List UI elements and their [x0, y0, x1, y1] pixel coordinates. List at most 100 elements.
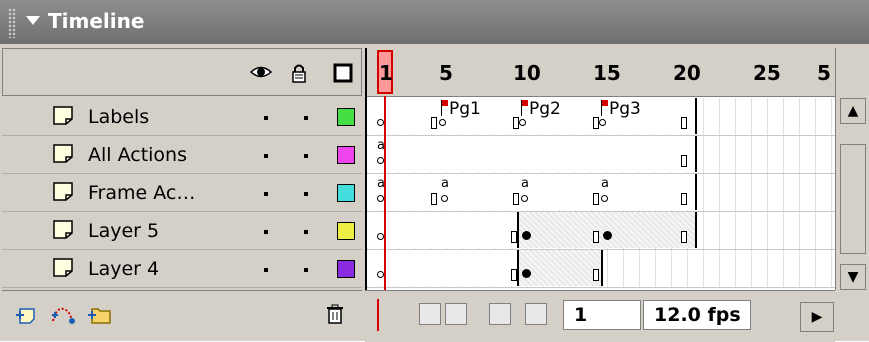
- layer-name[interactable]: Frame Ac…: [88, 182, 195, 204]
- keyframe-end: [681, 155, 687, 167]
- frame-row[interactable]: [367, 212, 835, 250]
- visibility-dot[interactable]: [264, 116, 268, 120]
- action-marker: a: [521, 176, 529, 191]
- playhead-line: [384, 96, 386, 290]
- layer-color-swatch[interactable]: [337, 222, 355, 240]
- center-frame-icon[interactable]: [377, 299, 389, 331]
- layer-row[interactable]: Frame Ac…: [2, 174, 362, 212]
- layer-name[interactable]: Labels: [88, 106, 149, 128]
- frame-span-filled[interactable]: [519, 250, 603, 286]
- ruler-tick: 5: [817, 61, 831, 85]
- layer-row[interactable]: Layer 5: [2, 212, 362, 250]
- layer-color-swatch[interactable]: [337, 260, 355, 278]
- scroll-right-arrow-icon[interactable]: ▶: [800, 302, 834, 332]
- layer-name[interactable]: All Actions: [88, 144, 187, 166]
- layer-color-swatch[interactable]: [337, 184, 355, 202]
- frame-span[interactable]: [367, 174, 697, 210]
- keyframe-end: [511, 269, 517, 281]
- collapse-arrow-icon[interactable]: [26, 16, 40, 25]
- keyframe-filled[interactable]: [522, 269, 531, 278]
- edit-multiple-frames-icon[interactable]: [489, 303, 511, 325]
- keyframe-empty[interactable]: [439, 119, 446, 126]
- layer-icon: [52, 219, 74, 239]
- frame-rows: Pg1 Pg2 Pg3 a a a a a: [367, 98, 835, 288]
- panel-titlebar[interactable]: Timeline: [0, 0, 869, 44]
- keyframe-empty[interactable]: [377, 233, 384, 240]
- keyframe-end: [681, 231, 687, 243]
- keyframe-empty[interactable]: [441, 195, 448, 202]
- keyframe-empty[interactable]: [377, 271, 384, 278]
- keyframe-end: [681, 117, 687, 129]
- layer-icon: [52, 257, 74, 277]
- outline-icon[interactable]: [333, 63, 353, 88]
- eye-icon[interactable]: [249, 63, 273, 86]
- keyframe-empty[interactable]: [519, 119, 526, 126]
- lock-dot[interactable]: [304, 192, 308, 196]
- keyframe-empty[interactable]: [377, 157, 384, 164]
- frame-area: 1 5 10 15 20 25 5 Pg1 Pg2 Pg3 a a a a a: [365, 48, 835, 290]
- layer-color-swatch[interactable]: [337, 108, 355, 126]
- lock-icon[interactable]: [291, 63, 307, 88]
- visibility-dot[interactable]: [264, 192, 268, 196]
- keyframe-end: [593, 193, 599, 205]
- frame-row[interactable]: a a a a: [367, 174, 835, 212]
- insert-layer-folder-icon[interactable]: [86, 303, 111, 325]
- frame-span[interactable]: [367, 212, 519, 248]
- frame-span[interactable]: [367, 136, 697, 172]
- panel-title[interactable]: Timeline: [26, 6, 144, 36]
- lock-dot[interactable]: [304, 230, 308, 234]
- action-marker: a: [601, 176, 609, 191]
- frame-label: Pg3: [609, 99, 641, 119]
- frame-row[interactable]: a: [367, 136, 835, 174]
- ruler-tick: 20: [673, 61, 701, 85]
- visibility-dot[interactable]: [264, 268, 268, 272]
- layer-row[interactable]: Labels: [2, 98, 362, 136]
- keyframe-filled[interactable]: [603, 231, 612, 240]
- layer-name[interactable]: Layer 4: [88, 258, 159, 280]
- ruler-tick: 25: [753, 61, 781, 85]
- frame-rate-field[interactable]: 12.0 fps: [643, 300, 751, 330]
- modify-onion-markers-icon[interactable]: [525, 303, 547, 325]
- keyframe-end: [511, 231, 517, 243]
- keyframe-empty[interactable]: [599, 119, 606, 126]
- onion-skin-outlines-icon[interactable]: [445, 303, 467, 325]
- frame-ruler[interactable]: 1 5 10 15 20 25 5: [367, 48, 835, 97]
- panel-title-label: Timeline: [48, 9, 145, 33]
- layer-color-swatch[interactable]: [337, 146, 355, 164]
- layer-footer: [2, 290, 362, 339]
- frame-row[interactable]: [367, 250, 835, 288]
- keyframe-empty[interactable]: [521, 195, 528, 202]
- frame-span-filled[interactable]: [519, 212, 697, 248]
- frame-label: Pg1: [449, 99, 481, 119]
- keyframe-end: [513, 193, 519, 205]
- keyframe-empty[interactable]: [377, 119, 384, 126]
- keyframe-end: [431, 117, 437, 129]
- label-flag-icon: [442, 100, 448, 106]
- panel-grip-icon[interactable]: [8, 8, 16, 38]
- keyframe-empty[interactable]: [377, 195, 384, 202]
- frame-row[interactable]: Pg1 Pg2 Pg3: [367, 98, 835, 136]
- vertical-scrollbar[interactable]: ▲ ▼: [835, 48, 869, 290]
- keyframe-filled[interactable]: [522, 231, 531, 240]
- add-motion-guide-icon[interactable]: [50, 303, 75, 325]
- lock-dot[interactable]: [304, 268, 308, 272]
- layer-icon: [52, 105, 74, 125]
- scroll-thumb[interactable]: [840, 144, 866, 254]
- keyframe-end: [681, 193, 687, 205]
- layer-row[interactable]: Layer 4: [2, 250, 362, 288]
- onion-skin-icon[interactable]: [419, 303, 441, 325]
- add-layer-icon[interactable]: [14, 303, 36, 325]
- scroll-down-arrow-icon[interactable]: ▼: [840, 264, 866, 290]
- layer-name[interactable]: Layer 5: [88, 220, 159, 242]
- visibility-dot[interactable]: [264, 154, 268, 158]
- label-flag-icon: [602, 100, 608, 106]
- trash-icon[interactable]: [324, 303, 346, 325]
- visibility-dot[interactable]: [264, 230, 268, 234]
- scroll-up-arrow-icon[interactable]: ▲: [840, 98, 866, 124]
- keyframe-empty[interactable]: [601, 195, 608, 202]
- lock-dot[interactable]: [304, 116, 308, 120]
- lock-dot[interactable]: [304, 154, 308, 158]
- layer-row[interactable]: All Actions: [2, 136, 362, 174]
- frame-span[interactable]: [367, 250, 519, 286]
- current-frame-field[interactable]: 1: [563, 300, 641, 330]
